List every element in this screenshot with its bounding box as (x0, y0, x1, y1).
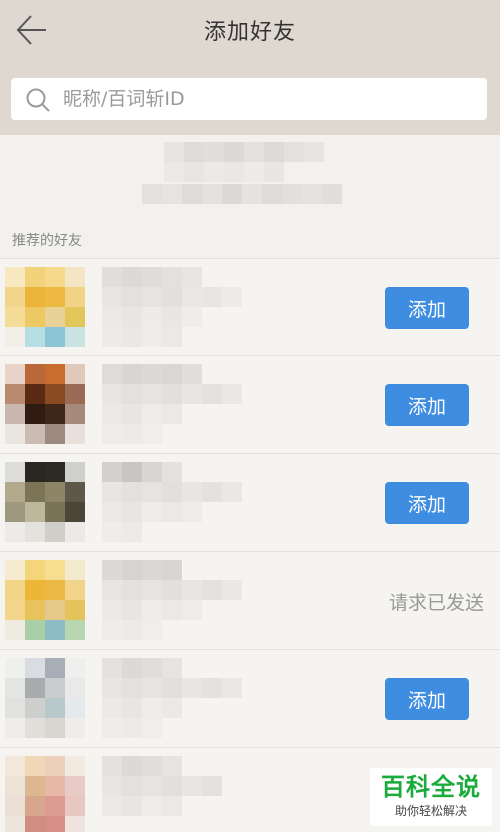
friend-row: 添加 (0, 258, 500, 356)
avatar[interactable] (5, 462, 85, 544)
page-title: 添加好友 (203, 20, 296, 45)
search-icon (26, 88, 50, 112)
blurred-profile-info (142, 142, 352, 206)
friend-row: 添加 (0, 650, 500, 748)
friend-list: 添加 添加 添加 请求已发送 添加 (0, 258, 500, 832)
blurred-name (102, 658, 247, 740)
add-friend-button[interactable]: 添加 (385, 678, 469, 720)
add-friend-button[interactable]: 添加 (385, 384, 469, 426)
add-friend-button[interactable]: 添加 (385, 482, 469, 524)
avatar[interactable] (5, 364, 85, 446)
section-label-recommended: 推荐的好友 (12, 233, 82, 249)
header-bar: 添加好友 (0, 0, 500, 135)
friend-row: 请求已发送 (0, 552, 500, 650)
avatar[interactable] (5, 267, 85, 349)
avatar[interactable] (5, 756, 85, 832)
search-box[interactable] (11, 78, 487, 120)
watermark-title: 百科全说 (381, 773, 481, 801)
blurred-name (102, 462, 247, 544)
friend-row: 添加 (0, 356, 500, 454)
request-sent-label: 请求已发送 (388, 592, 484, 614)
avatar[interactable] (5, 658, 85, 740)
watermark-subtitle: 助你轻松解决 (394, 804, 467, 818)
blurred-name (102, 267, 247, 349)
watermark-logo: 百科全说 助你轻松解决 (370, 768, 492, 826)
blurred-name (102, 364, 247, 446)
add-friend-button[interactable]: 添加 (385, 287, 469, 329)
friend-row: 添加 (0, 454, 500, 552)
search-input[interactable] (63, 78, 473, 120)
avatar[interactable] (5, 560, 85, 642)
blurred-name (102, 560, 247, 642)
blurred-name (102, 756, 247, 832)
